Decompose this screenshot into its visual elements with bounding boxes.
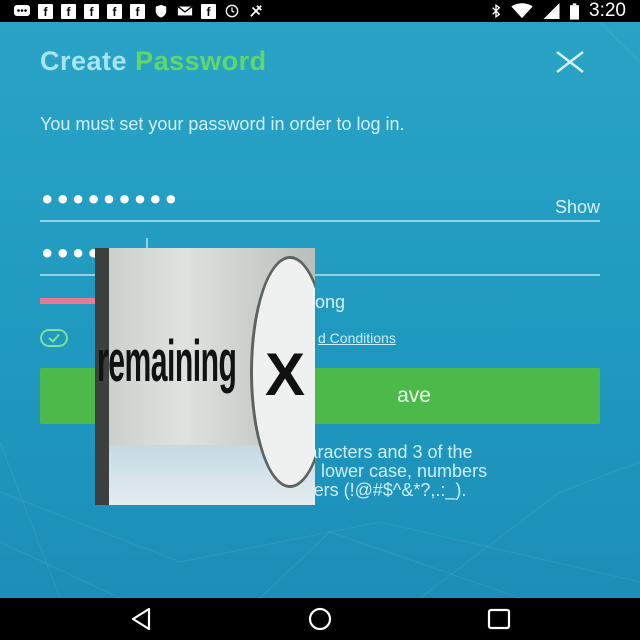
status-bar: f f f f f f 3:20 [0, 0, 640, 22]
notification-icons: f f f f f f [0, 3, 264, 19]
show-password-button[interactable]: Show [555, 197, 600, 218]
overlay-remaining-text: remaining [97, 329, 237, 394]
wifi-icon [511, 3, 533, 19]
navigation-bar [0, 598, 640, 640]
satellite-icon [250, 5, 262, 17]
terms-conditions-link[interactable]: d Conditions [318, 330, 396, 346]
facebook-icon: f [130, 3, 145, 19]
home-icon[interactable] [305, 606, 335, 632]
password-strength-label: ong [315, 292, 346, 312]
password-field[interactable]: ••••••••• Show [40, 180, 600, 222]
back-icon[interactable] [127, 606, 157, 632]
page-title: Create Password [40, 46, 267, 77]
signal-icon [543, 3, 560, 19]
mail-icon [177, 6, 193, 16]
bluetooth-icon [492, 3, 501, 19]
password-strength-bar [40, 298, 98, 304]
facebook-icon: f [61, 3, 76, 19]
close-icon[interactable] [552, 49, 588, 75]
facebook-icon: f [84, 3, 99, 19]
recent-apps-icon[interactable] [484, 606, 514, 632]
overlay-close-glyph: X [265, 341, 306, 408]
battery-icon [570, 2, 580, 20]
clock-icon [225, 4, 239, 18]
system-icons: 3:20 [491, 0, 626, 22]
remaining-x-overlay-image: X remaining [95, 248, 315, 505]
terms-checkbox[interactable] [40, 329, 68, 347]
confirm-password-input[interactable]: •••• [40, 240, 102, 268]
shield-icon [155, 4, 167, 18]
facebook-icon: f [38, 3, 53, 19]
facebook-icon: f [107, 3, 122, 19]
chat-icon [14, 5, 30, 16]
instructions-text: You must set your password in order to l… [40, 114, 405, 134]
title-password: Password [135, 46, 267, 76]
title-create: Create [40, 46, 128, 76]
save-button-label: ave [397, 384, 431, 407]
clock: 3:20 [589, 0, 626, 21]
facebook-icon: f [201, 3, 216, 19]
password-input[interactable]: ••••••••• [40, 186, 179, 214]
